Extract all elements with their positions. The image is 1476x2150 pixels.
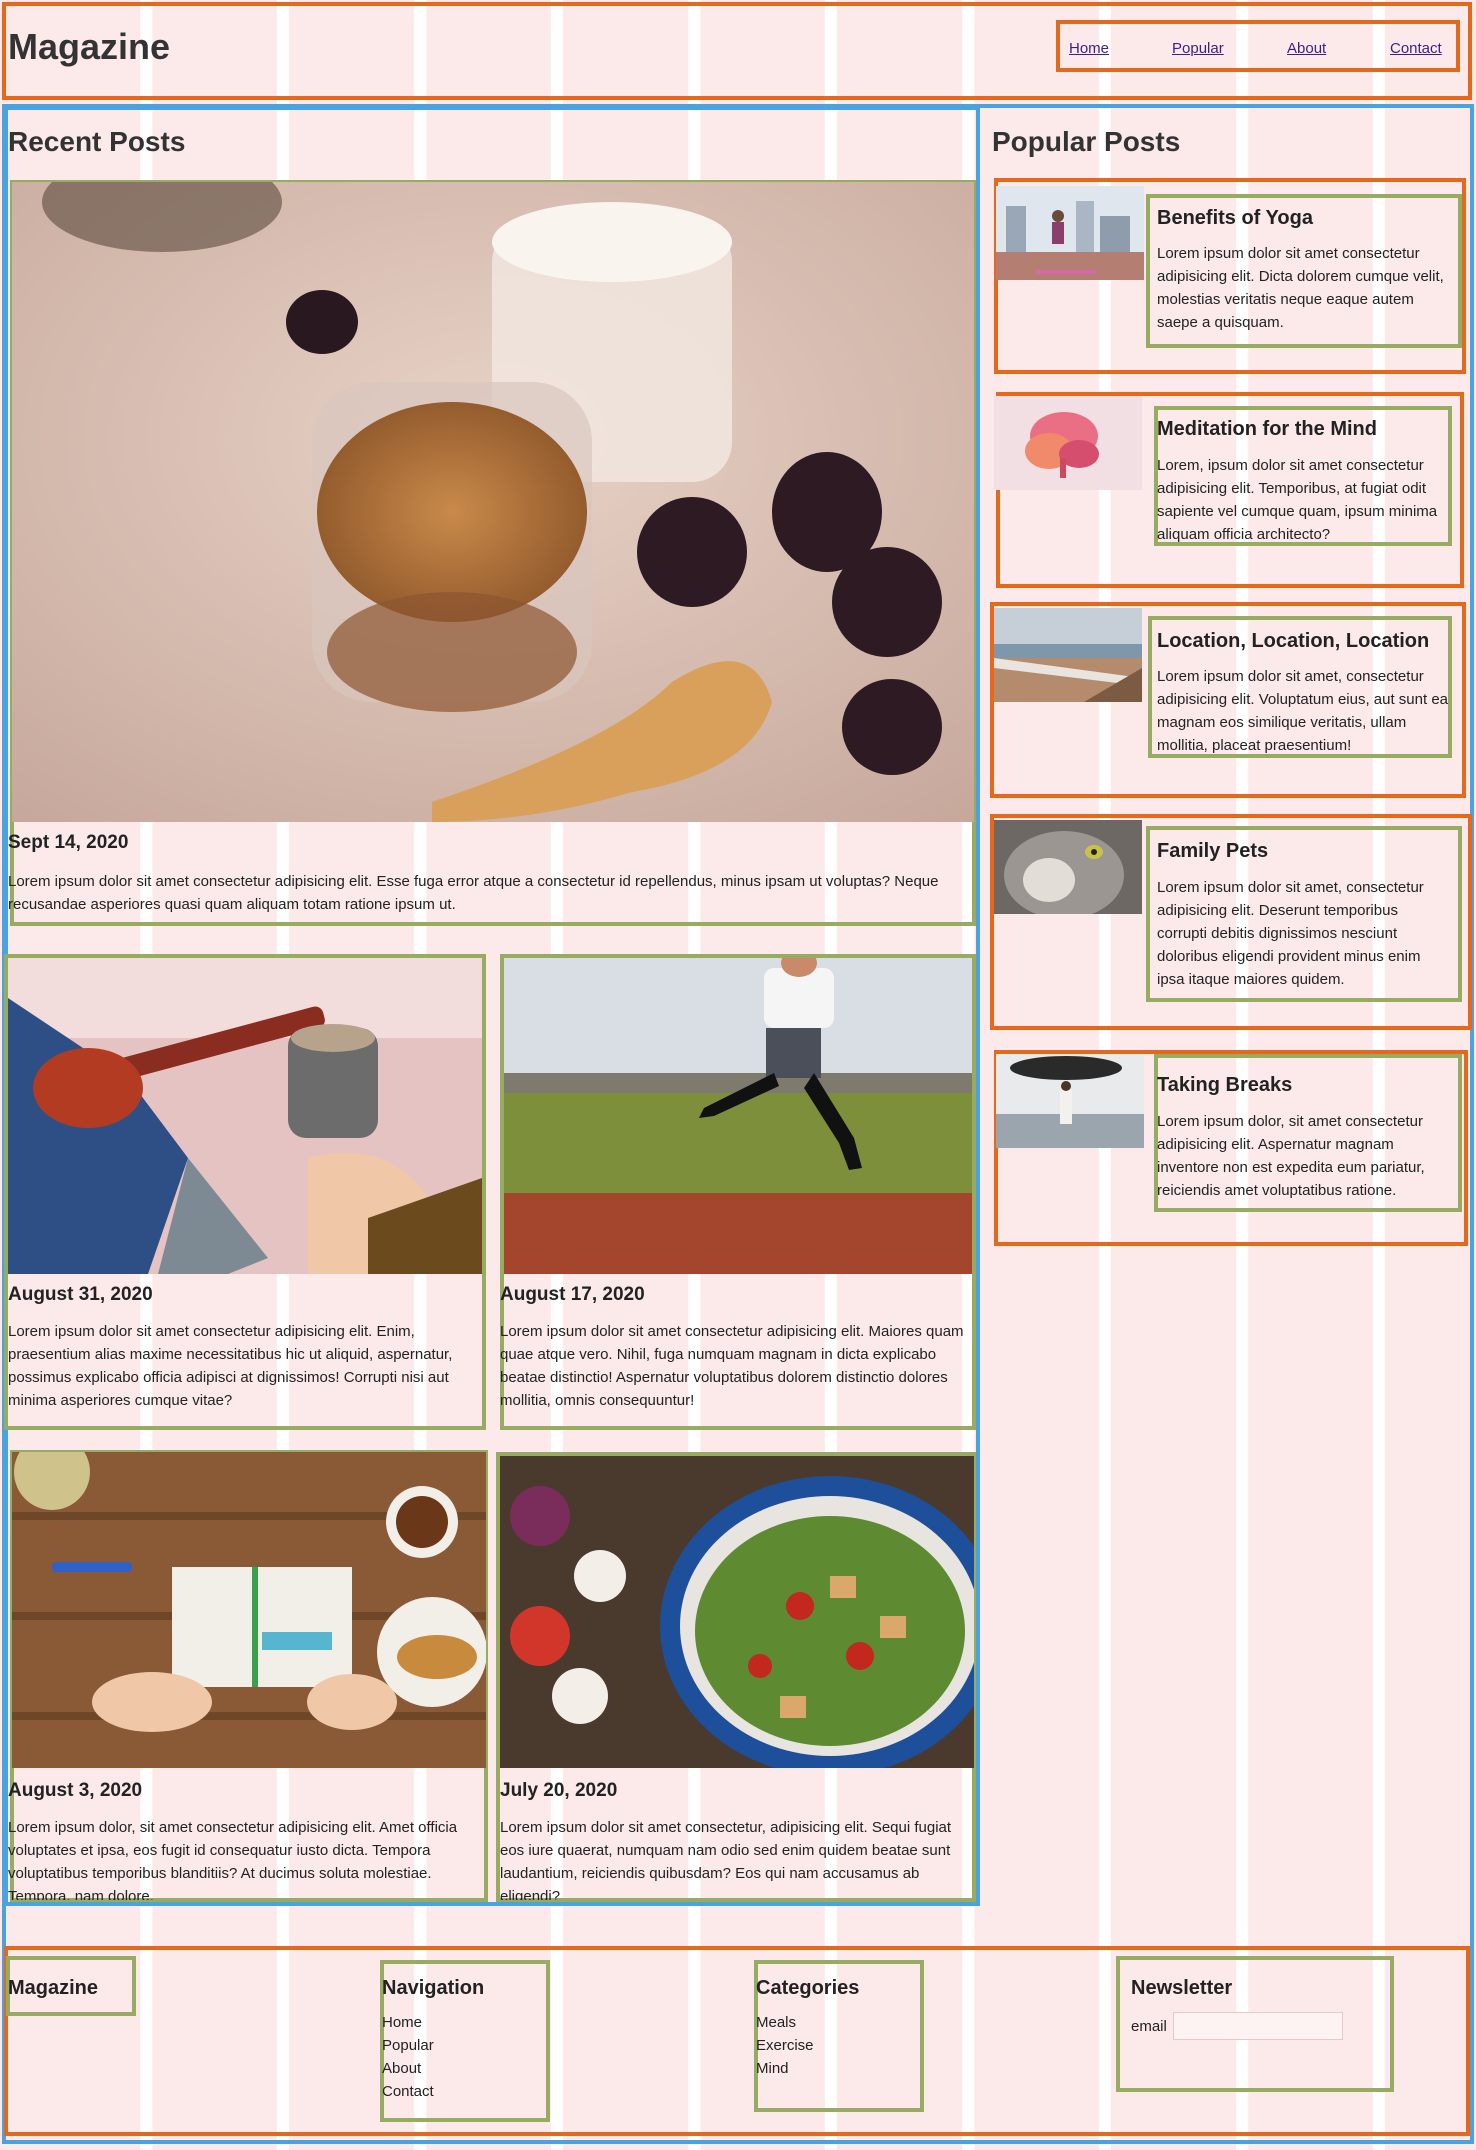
popular-thumb-breaks[interactable]	[996, 1054, 1144, 1148]
popular-title-pets[interactable]: Family Pets	[1157, 840, 1268, 863]
post-excerpt-august-3: Lorem ipsum dolor, sit amet consectetur …	[8, 1819, 458, 1900]
footer-categories-title: Categories	[756, 1977, 860, 1999]
post-date-august-17: August 17, 2020	[500, 1284, 645, 1305]
post-date-july-20: July 20, 2020	[500, 1780, 618, 1801]
beach-illustration	[994, 608, 1142, 702]
popular-text-yoga: Lorem ipsum dolor sit amet consectetur a…	[1157, 245, 1444, 331]
post-excerpt-august-17: Lorem ipsum dolor sit amet consectetur a…	[500, 1323, 964, 1409]
popular-thumb-yoga[interactable]	[996, 186, 1144, 280]
footer-navigation-title: Navigation	[382, 1977, 485, 1999]
post-image-august-3[interactable]	[12, 1452, 486, 1768]
post-excerpt-august-31: Lorem ipsum dolor sit amet consectetur a…	[8, 1323, 453, 1409]
grey-cat-illustration	[994, 820, 1142, 914]
footer-link-contact[interactable]: Contact	[382, 2083, 434, 2100]
coffee-ukulele-illustration	[8, 958, 482, 1274]
nav-link-contact[interactable]: Contact	[1390, 40, 1442, 57]
popular-text-pets: Lorem ipsum dolor sit amet, consectetur …	[1157, 879, 1424, 988]
popular-title-yoga[interactable]: Benefits of Yoga	[1157, 207, 1313, 230]
nav-link-home[interactable]: Home	[1069, 40, 1109, 57]
footer-brand[interactable]: Magazine	[8, 1977, 98, 2000]
woman-umbrella-illustration	[996, 1054, 1144, 1148]
post-date-august-3: August 3, 2020	[8, 1780, 143, 1801]
popular-title-meditation[interactable]: Meditation for the Mind	[1157, 418, 1377, 441]
featured-post-excerpt: Lorem ipsum dolor sit amet consectetur a…	[8, 873, 939, 913]
footer-link-mind[interactable]: Mind	[756, 2060, 789, 2077]
footer-link-home[interactable]: Home	[382, 2014, 422, 2031]
popular-text-breaks: Lorem ipsum dolor, sit amet consectetur …	[1157, 1113, 1425, 1199]
post-date-august-31: August 31, 2020	[8, 1284, 153, 1305]
footer-newsletter-title: Newsletter	[1131, 1977, 1233, 1999]
featured-post-image[interactable]	[12, 182, 974, 822]
pink-ink-illustration	[994, 396, 1142, 490]
nav-link-about[interactable]: About	[1287, 40, 1326, 57]
salad-bowl-illustration	[500, 1456, 974, 1768]
popular-text-meditation: Lorem, ipsum dolor sit amet consectetur …	[1157, 457, 1438, 543]
post-image-july-20[interactable]	[500, 1456, 974, 1768]
granola-jar-illustration	[12, 182, 974, 822]
footer-link-exercise[interactable]: Exercise	[756, 2037, 814, 2054]
popular-thumb-pets[interactable]	[994, 820, 1142, 914]
popular-thumb-location[interactable]	[994, 608, 1142, 702]
popular-text-location: Lorem ipsum dolor sit amet, consectetur …	[1157, 668, 1449, 754]
post-image-august-31[interactable]	[8, 958, 482, 1274]
planner-croissant-illustration	[12, 1452, 486, 1768]
newsletter-email-label: email	[1131, 2018, 1167, 2035]
yoga-illustration	[996, 186, 1144, 280]
popular-title-breaks[interactable]: Taking Breaks	[1157, 1074, 1292, 1097]
featured-post-date: Sept 14, 2020	[8, 832, 129, 853]
post-excerpt-july-20: Lorem ipsum dolor sit amet consectetur, …	[500, 1819, 952, 1900]
runner-illustration	[504, 958, 972, 1274]
popular-title-location[interactable]: Location, Location, Location	[1157, 630, 1429, 653]
post-image-august-17[interactable]	[504, 958, 972, 1274]
footer-link-about[interactable]: About	[382, 2060, 421, 2077]
footer-link-popular[interactable]: Popular	[382, 2037, 434, 2054]
popular-posts-heading: Popular Posts	[992, 126, 1181, 157]
popular-thumb-meditation[interactable]	[994, 396, 1142, 490]
newsletter-email-input[interactable]	[1173, 2012, 1343, 2040]
site-title[interactable]: Magazine	[8, 26, 170, 68]
nav-link-popular[interactable]: Popular	[1172, 40, 1224, 57]
recent-posts-heading: Recent Posts	[8, 126, 186, 157]
footer-link-meals[interactable]: Meals	[756, 2014, 796, 2031]
